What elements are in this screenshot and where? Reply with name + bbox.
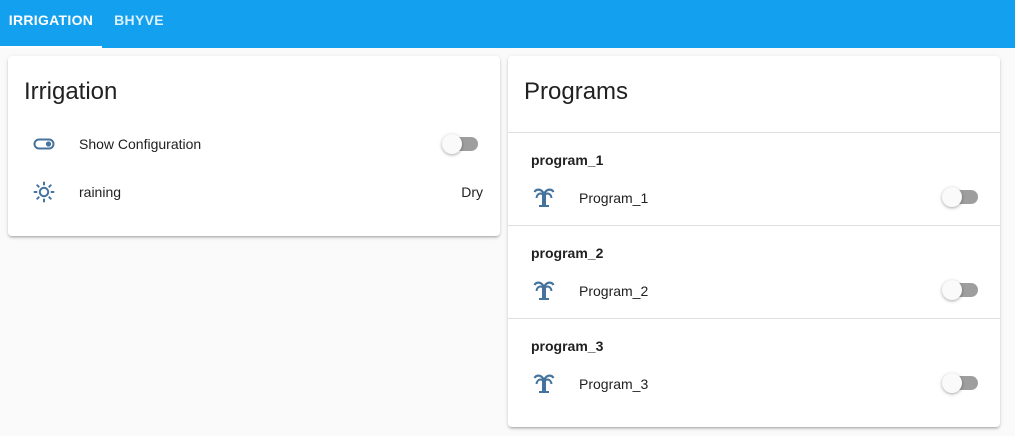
tab-bhyve-label: BHYVE — [114, 12, 164, 28]
toggle-thumb — [942, 187, 962, 207]
program-2-label: Program_2 — [579, 283, 649, 299]
program-2-toggle[interactable] — [942, 280, 978, 300]
sprinkler-icon — [532, 185, 556, 209]
toggle-thumb — [442, 134, 462, 154]
toggle-thumb — [942, 373, 962, 393]
sprinkler-icon — [532, 278, 556, 302]
divider — [508, 225, 1000, 226]
show-configuration-label: Show Configuration — [79, 136, 202, 152]
program-2-heading: program_2 — [531, 245, 604, 261]
program-1-label: Program_1 — [579, 190, 649, 206]
raining-label: raining — [79, 184, 122, 200]
program-1-toggle[interactable] — [942, 187, 978, 207]
program-3-heading: program_3 — [531, 338, 604, 354]
programs-card-title: Programs — [524, 78, 629, 105]
active-tab-indicator — [0, 46, 102, 48]
weather-sunny-icon — [32, 180, 56, 204]
irrigation-card: Irrigation Show Configuration raining Dr… — [8, 56, 500, 236]
irrigation-card-title: Irrigation — [24, 78, 118, 105]
show-configuration-toggle[interactable] — [442, 134, 478, 154]
program-3-label: Program_3 — [579, 376, 649, 392]
program-1-heading: program_1 — [531, 152, 604, 168]
tab-bhyve[interactable]: BHYVE — [102, 0, 176, 48]
programs-card: Programs program_1 Program_1 program_2 P… — [508, 56, 1000, 427]
sprinkler-icon — [532, 371, 556, 395]
tab-irrigation[interactable]: IRRIGATION — [0, 0, 102, 48]
divider — [508, 132, 1000, 133]
program-3-toggle[interactable] — [942, 373, 978, 393]
divider — [508, 318, 1000, 319]
toggle-thumb — [942, 280, 962, 300]
toggle-switch-outline-icon — [32, 132, 56, 156]
top-app-bar: IRRIGATION BHYVE — [0, 0, 1015, 48]
raining-value: Dry — [461, 184, 483, 200]
tab-irrigation-label: IRRIGATION — [8, 12, 94, 28]
